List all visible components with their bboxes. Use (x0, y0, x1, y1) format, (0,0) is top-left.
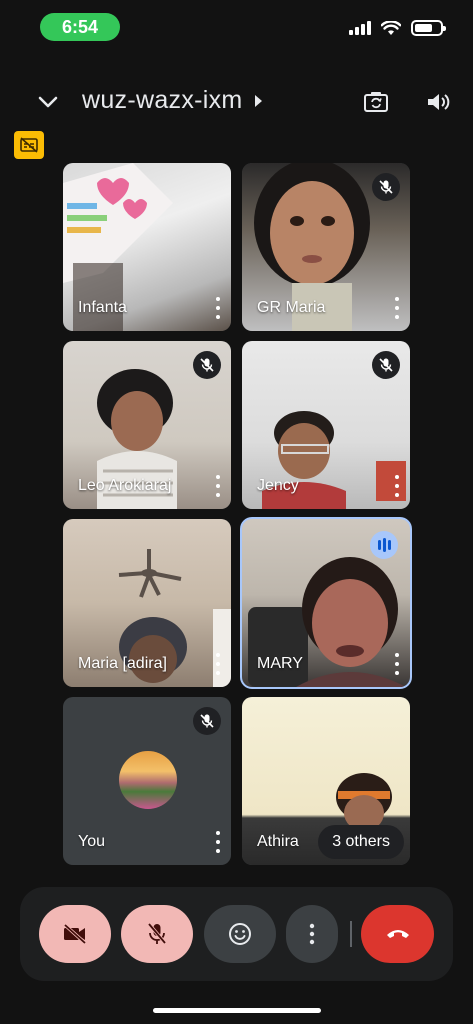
participant-grid: Infanta GR Maria Leo Arokiaraj Jency Mar… (63, 163, 412, 865)
more-vert-icon[interactable] (214, 475, 222, 497)
participant-tile-athira[interactable]: Athira 3 others (242, 697, 410, 865)
speaker-icon[interactable] (424, 88, 452, 116)
switch-camera-icon[interactable] (362, 88, 390, 116)
more-vert-icon[interactable] (214, 653, 222, 675)
mic-off-icon (147, 922, 167, 945)
avatar (119, 751, 177, 809)
caret-right-icon (254, 94, 262, 107)
status-icons (349, 20, 446, 36)
participant-tile-jency[interactable]: Jency (242, 341, 410, 509)
camera-toggle-button[interactable] (39, 905, 111, 963)
more-options-button[interactable] (286, 905, 338, 963)
more-vert-icon[interactable] (393, 653, 401, 675)
meeting-info-button[interactable]: wuz-wazx-ixm (82, 86, 262, 115)
cellular-signal-icon (349, 21, 371, 35)
reactions-button[interactable] (204, 905, 276, 963)
participant-name: Maria [adira] (78, 655, 167, 672)
mic-off-icon (193, 351, 221, 379)
others-count-badge[interactable]: 3 others (318, 825, 404, 859)
mic-off-icon (193, 707, 221, 735)
more-vert-icon[interactable] (393, 475, 401, 497)
wifi-icon (381, 20, 401, 35)
participant-tile-maria-adira[interactable]: Maria [adira] (63, 519, 231, 687)
participant-name: Leo Arokiaraj (78, 477, 172, 494)
mic-off-icon (372, 351, 400, 379)
more-vert-icon (309, 923, 315, 945)
home-indicator[interactable] (153, 1008, 321, 1013)
participant-name: Athira (257, 833, 299, 850)
chevron-down-icon[interactable] (34, 88, 62, 116)
more-vert-icon[interactable] (214, 297, 222, 319)
mic-off-icon (372, 173, 400, 201)
meeting-header: wuz-wazx-ixm (0, 80, 473, 124)
participant-tile-gr-maria[interactable]: GR Maria (242, 163, 410, 331)
captions-off-icon[interactable] (14, 131, 44, 159)
participant-name: MARY (257, 655, 303, 672)
participant-name: GR Maria (257, 299, 326, 316)
status-time: 6:54 (40, 13, 120, 41)
participant-tile-leo-arokiaraj[interactable]: Leo Arokiaraj (63, 341, 231, 509)
participant-tile-infanta[interactable]: Infanta (63, 163, 231, 331)
video-off-icon (63, 923, 87, 945)
call-end-icon (386, 930, 409, 938)
status-bar: 6:54 (0, 0, 473, 56)
emoji-icon (229, 923, 251, 945)
speaking-indicator-icon (370, 531, 398, 559)
participant-name: Infanta (78, 299, 127, 316)
meeting-code: wuz-wazx-ixm (82, 86, 243, 114)
participant-tile-you[interactable]: You (63, 697, 231, 865)
microphone-toggle-button[interactable] (121, 905, 193, 963)
end-call-button[interactable] (361, 905, 434, 963)
participant-name: You (78, 833, 105, 850)
more-vert-icon[interactable] (214, 831, 222, 853)
participant-tile-mary[interactable]: MARY (240, 517, 412, 689)
participant-name: Jency (257, 477, 299, 494)
call-controls-bar (20, 887, 453, 981)
divider (350, 921, 352, 947)
battery-icon (411, 20, 446, 36)
more-vert-icon[interactable] (393, 297, 401, 319)
